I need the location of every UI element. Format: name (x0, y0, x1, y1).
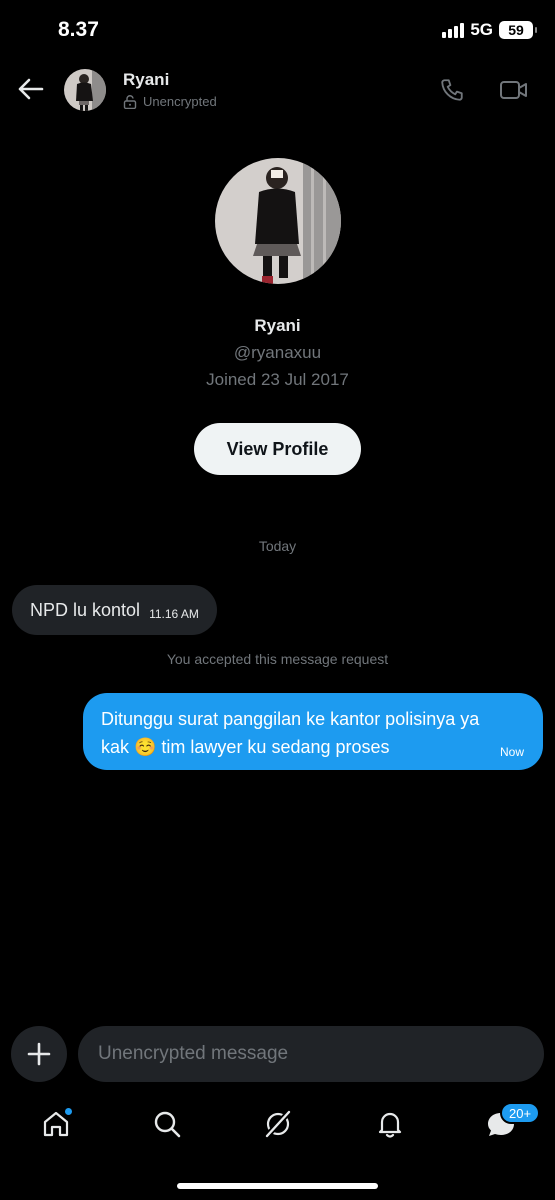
encryption-status: Unencrypted (123, 94, 217, 109)
notifications-icon (378, 1112, 402, 1138)
avatar[interactable] (64, 69, 106, 111)
tab-home[interactable] (39, 1107, 73, 1141)
profile-joined-date: Joined 23 Jul 2017 (206, 370, 349, 389)
encryption-label: Unencrypted (143, 94, 217, 109)
message-input[interactable] (78, 1026, 544, 1082)
outgoing-message[interactable]: Ditunggu surat panggilan ke kantor polis… (83, 693, 543, 770)
back-arrow-icon (18, 78, 44, 100)
add-attachment-button[interactable] (11, 1026, 67, 1082)
search-icon (154, 1111, 181, 1138)
phone-icon (441, 79, 463, 101)
battery-icon: 59 (499, 21, 537, 39)
date-separator: Today (258, 538, 297, 554)
chat-header: Ryani Unencrypted (0, 60, 555, 120)
outgoing-message-text: Ditunggu surat panggilan ke kantor polis… (101, 709, 480, 757)
incoming-message-text: NPD lu kontol (30, 599, 141, 620)
grok-icon (264, 1109, 292, 1139)
tab-grok[interactable] (261, 1107, 295, 1141)
profile-handle: @ryanaxuu (233, 343, 322, 362)
tab-search[interactable] (150, 1107, 184, 1141)
network-type: 5G (470, 20, 493, 39)
signal-icon (442, 22, 465, 38)
tab-notifications[interactable] (373, 1107, 407, 1141)
status-indicators: 5G 59 (442, 20, 537, 40)
home-indicator (177, 1183, 378, 1189)
system-note: You accepted this message request (166, 651, 389, 667)
message-composer (78, 1026, 544, 1082)
profile-name: Ryani (254, 316, 301, 335)
status-time: 8.37 (58, 18, 99, 41)
view-profile-button[interactable]: View Profile (194, 423, 361, 475)
video-call-button[interactable] (496, 74, 532, 106)
incoming-message-time: 11.16 AM (149, 607, 199, 621)
tab-bar (0, 1095, 555, 1155)
plus-icon (27, 1042, 51, 1066)
unlock-icon (123, 94, 137, 109)
contact-name[interactable]: Ryani (123, 70, 169, 90)
video-camera-icon (500, 81, 527, 99)
back-button[interactable] (16, 74, 46, 104)
profile-avatar[interactable] (215, 158, 341, 284)
status-bar: 8.37 5G 59 (0, 0, 555, 60)
messages-badge: 20+ (500, 1102, 541, 1124)
outgoing-message-time: Now (499, 745, 524, 759)
notification-dot (64, 1107, 73, 1116)
incoming-message[interactable]: NPD lu kontol 11.16 AM (12, 585, 217, 635)
call-button[interactable] (436, 74, 468, 106)
